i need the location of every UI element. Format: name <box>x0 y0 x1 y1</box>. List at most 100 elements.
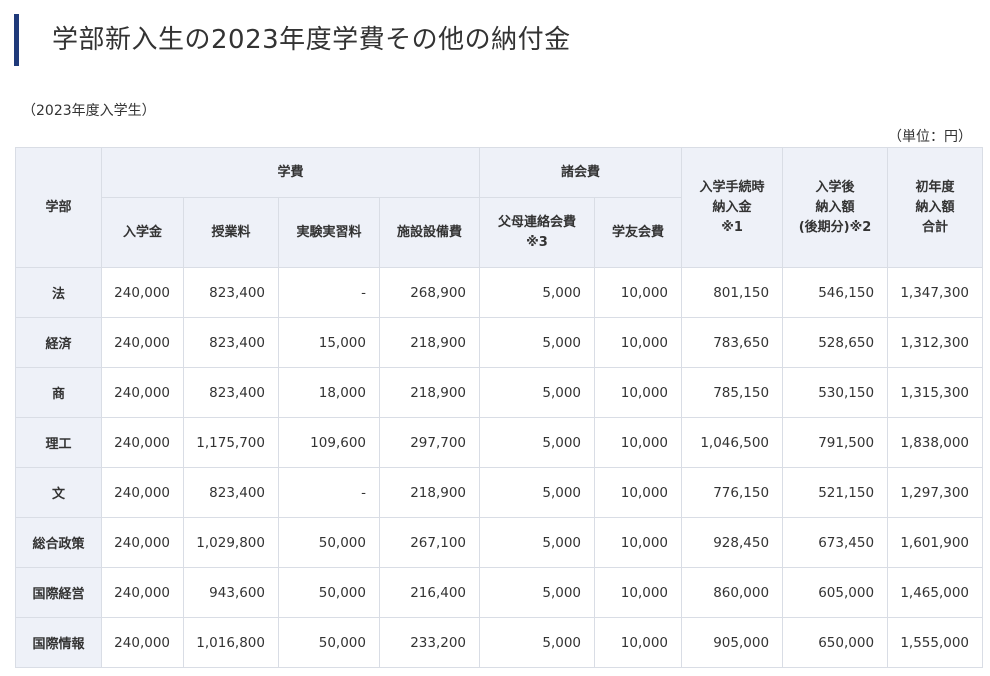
alumni-fee-cell: 10,000 <box>594 517 683 568</box>
parent-fee-cell: 5,000 <box>479 367 596 418</box>
facility-fee-cell: 218,900 <box>378 317 481 368</box>
facility-fee-cell: 216,400 <box>378 567 481 618</box>
lab-fee-cell: - <box>278 467 380 518</box>
admission-payment-cell: 801,150 <box>681 267 784 318</box>
alumni-fee-cell: 10,000 <box>594 417 683 468</box>
alumni-fee-cell: 10,000 <box>594 617 683 668</box>
post-admission-cell: 546,150 <box>782 267 889 318</box>
table-row: 総合政策 240,000 1,029,800 50,000 267,100 5,000 10… <box>15 517 984 568</box>
department-cell: 総合政策 <box>15 517 102 568</box>
department-cell: 国際経営 <box>15 567 102 618</box>
lab-fee-cell: 18,000 <box>278 367 380 418</box>
first-year-total-cell: 1,601,900 <box>887 517 984 568</box>
department-cell: 文 <box>15 467 102 518</box>
facility-fee-cell: 218,900 <box>378 467 481 518</box>
header-tuition-group: 学費 <box>100 147 481 198</box>
entrance-fee-cell: 240,000 <box>101 617 184 668</box>
page-header: 学部新入生の2023年度学費その他の納付金 <box>14 14 974 66</box>
facility-fee-cell: 233,200 <box>378 617 481 668</box>
department-cell: 経済 <box>15 317 102 368</box>
lab-fee-cell: 15,000 <box>278 317 380 368</box>
department-cell: 法 <box>15 267 102 318</box>
fee-table-body: 法 240,000 823,400-268,900 5,000 10,000 801,15… <box>15 267 984 668</box>
parent-fee-cell: 5,000 <box>479 567 596 618</box>
header-parent-fee: 父母連絡会費 ※3 <box>479 197 596 268</box>
tuition-cell: 1,016,800 <box>183 617 279 668</box>
title-accent-bar <box>14 14 19 66</box>
alumni-fee-cell: 10,000 <box>594 267 683 318</box>
admission-payment-cell: 860,000 <box>681 567 784 618</box>
entrance-fee-cell: 240,000 <box>101 517 184 568</box>
tuition-cell: 823,400 <box>183 467 279 518</box>
post-admission-cell: 791,500 <box>782 417 889 468</box>
post-admission-cell: 650,000 <box>782 617 889 668</box>
parent-fee-cell: 5,000 <box>479 617 596 668</box>
lab-fee-cell: 109,600 <box>278 417 380 468</box>
tuition-cell: 1,175,700 <box>183 417 279 468</box>
parent-fee-cell: 5,000 <box>479 417 596 468</box>
alumni-fee-cell: 10,000 <box>594 467 683 518</box>
table-row: 経済 240,000 823,400 15,000 218,900 5,000 10,000… <box>15 317 984 368</box>
alumni-fee-cell: 10,000 <box>594 367 683 418</box>
tuition-cell: 823,400 <box>183 267 279 318</box>
first-year-total-cell: 1,465,000 <box>887 567 984 618</box>
tuition-cell: 823,400 <box>183 317 279 368</box>
admission-payment-cell: 1,046,500 <box>681 417 784 468</box>
header-department: 学部 <box>15 147 102 268</box>
facility-fee-cell: 268,900 <box>378 267 481 318</box>
first-year-total-cell: 1,312,300 <box>887 317 984 368</box>
first-year-total-cell: 1,297,300 <box>887 467 984 518</box>
facility-fee-cell: 297,700 <box>378 417 481 468</box>
entrance-fee-cell: 240,000 <box>101 367 184 418</box>
table-row: 国際経営 240,000 943,600 50,000 216,400 5,000 10,0… <box>15 567 984 618</box>
department-cell: 国際情報 <box>15 617 102 668</box>
alumni-fee-cell: 10,000 <box>594 567 683 618</box>
alumni-fee-cell: 10,000 <box>594 317 683 368</box>
header-facility-fee: 施設設備費 <box>378 197 481 268</box>
post-admission-cell: 673,450 <box>782 517 889 568</box>
table-row: 文 240,000 823,400-218,900 5,000 10,000 776,15… <box>15 467 984 518</box>
table-row: 理工 240,000 1,175,700 109,600 297,700 5,000 10,… <box>15 417 984 468</box>
header-first-year-total: 初年度 納入額 合計 <box>887 147 984 268</box>
first-year-total-cell: 1,838,000 <box>887 417 984 468</box>
first-year-total-cell: 1,315,300 <box>887 367 984 418</box>
admission-payment-cell: 776,150 <box>681 467 784 518</box>
first-year-total-cell: 1,555,000 <box>887 617 984 668</box>
admission-payment-cell: 928,450 <box>681 517 784 568</box>
unit-label: （単位：円） <box>888 129 972 145</box>
lab-fee-cell: 50,000 <box>278 517 380 568</box>
tuition-cell: 1,029,800 <box>183 517 279 568</box>
parent-fee-cell: 5,000 <box>479 467 596 518</box>
department-cell: 理工 <box>15 417 102 468</box>
entrance-fee-cell: 240,000 <box>101 317 184 368</box>
facility-fee-cell: 267,100 <box>378 517 481 568</box>
parent-fee-cell: 5,000 <box>479 517 596 568</box>
tuition-cell: 943,600 <box>183 567 279 618</box>
post-admission-cell: 530,150 <box>782 367 889 418</box>
lab-fee-cell: 50,000 <box>278 617 380 668</box>
department-cell: 商 <box>15 367 102 418</box>
header-post-admission: 入学後 納入額 (後期分)※2 <box>782 147 889 268</box>
post-admission-cell: 521,150 <box>782 467 889 518</box>
header-alumni-fee: 学友会費 <box>594 197 683 268</box>
page-title: 学部新入生の2023年度学費その他の納付金 <box>52 25 571 55</box>
header-fees-group: 諸会費 <box>479 147 683 198</box>
parent-fee-cell: 5,000 <box>479 317 596 368</box>
header-admission-payment: 入学手続時 納入金 ※1 <box>681 147 784 268</box>
first-year-total-cell: 1,347,300 <box>887 267 984 318</box>
post-admission-cell: 528,650 <box>782 317 889 368</box>
admission-payment-cell: 785,150 <box>681 367 784 418</box>
lab-fee-cell: - <box>278 267 380 318</box>
header-tuition: 授業料 <box>183 197 279 268</box>
post-admission-cell: 605,000 <box>782 567 889 618</box>
fee-table: 学部 学費 諸会費 入学手続時 納入金 ※1 入学後 納入額 (後期分)※2 初年度 納入… <box>15 147 984 668</box>
parent-fee-cell: 5,000 <box>479 267 596 318</box>
admission-payment-cell: 783,650 <box>681 317 784 368</box>
table-row: 法 240,000 823,400-268,900 5,000 10,000 801,15… <box>15 267 984 318</box>
table-row: 商 240,000 823,400 18,000 218,900 5,000 10,000 7… <box>15 367 984 418</box>
entrance-fee-cell: 240,000 <box>101 567 184 618</box>
subheading: （2023年度入学生） <box>22 103 156 119</box>
entrance-fee-cell: 240,000 <box>101 267 184 318</box>
header-entrance-fee: 入学金 <box>101 197 184 268</box>
facility-fee-cell: 218,900 <box>378 367 481 418</box>
